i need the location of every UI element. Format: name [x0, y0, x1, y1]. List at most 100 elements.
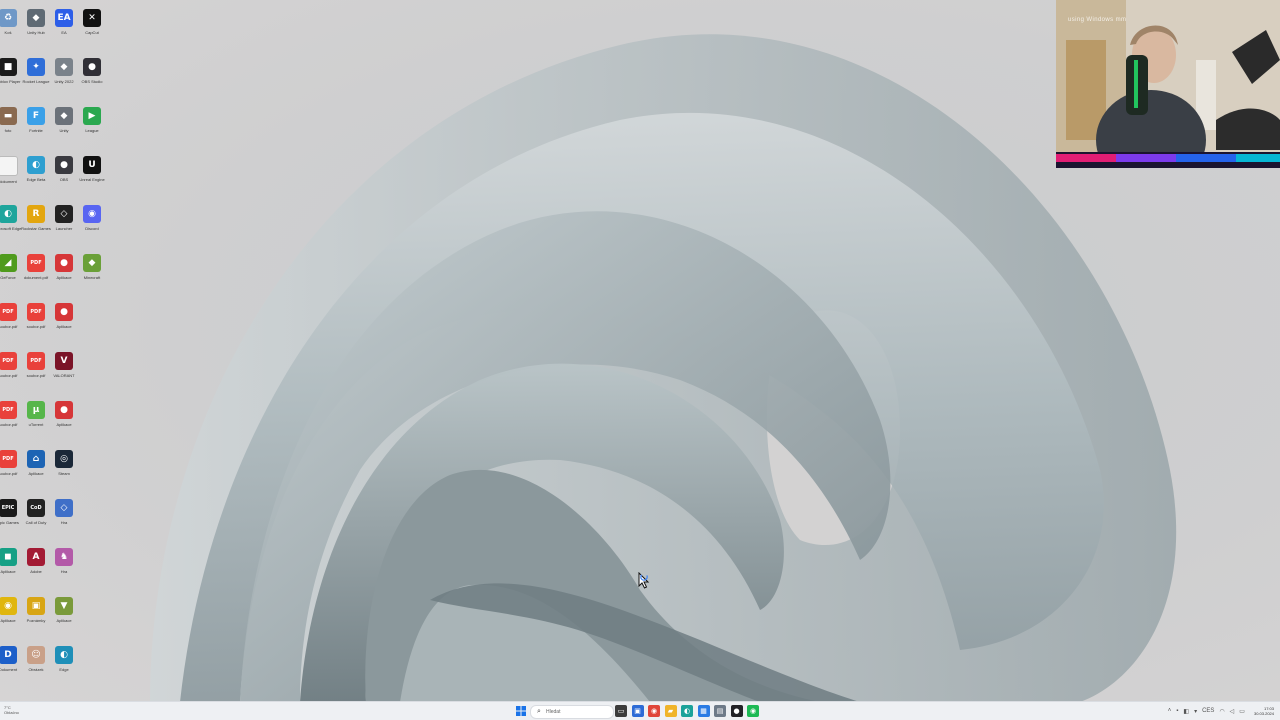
desktop-shortcut-label: Aplikace [28, 471, 44, 476]
desktop-shortcut[interactable]: ● Aplikace [50, 298, 78, 344]
desktop-shortcut[interactable]: A Adobe [22, 543, 50, 589]
spotify-icon[interactable]: ◉ [747, 705, 759, 717]
game-launcher-icon: ◇ [55, 205, 73, 223]
unity-editor-icon: ◆ [55, 107, 73, 125]
desktop-shortcut[interactable]: ♞ Hra [50, 543, 78, 589]
desktop-shortcut[interactable]: ◉ Discord [78, 200, 106, 246]
desktop-shortcut[interactable]: ● OBS Studio [78, 53, 106, 99]
battery-icon[interactable]: ▭ [1239, 708, 1245, 715]
steam-icon: ◎ [55, 450, 73, 468]
chrome-icon[interactable]: ◉ [648, 705, 660, 717]
desktop-shortcut[interactable]: ✦ Rocket League [22, 53, 50, 99]
desktop-shortcut-label: Aplikace [0, 569, 16, 574]
yellow-app-icon: ◉ [0, 597, 17, 615]
wifi-icon[interactable]: ◠ [1219, 708, 1224, 715]
language-indicator[interactable]: CES [1202, 708, 1214, 714]
desktop-shortcut[interactable]: PDF soubor.pdf [22, 298, 50, 344]
taskbar-app-icon[interactable]: ▤ [714, 705, 726, 717]
weather-widget[interactable]: 7°C Oblačno [4, 705, 19, 715]
desktop-shortcut-label: Unity [59, 128, 69, 133]
desktop-shortcut-label: Discord [85, 226, 99, 231]
chevron-up-icon[interactable]: ˄ [1168, 708, 1172, 714]
desktop-shortcut[interactable]: ◐ Microsoft Edge [0, 200, 22, 246]
desktop-shortcut-label: Poznámky [26, 618, 46, 623]
store-icon[interactable]: ▦ [697, 705, 710, 717]
volume-icon[interactable]: ◁ [1230, 708, 1235, 715]
desktop-shortcut[interactable]: ● Aplikace [50, 396, 78, 442]
tray-app-icon[interactable]: ▾ [1194, 708, 1197, 715]
desktop-shortcut[interactable]: ◎ Steam [50, 445, 78, 491]
taskbar-search-box[interactable]: ⌕ Hledat [530, 705, 614, 719]
desktop-shortcut[interactable]: V VALORANT [50, 347, 78, 393]
desktop-shortcut-label: dokument [0, 179, 17, 184]
desktop-icon-grid: ♻Koš◆Unity HubEAEA✕CapCut ■Roblox Player✦… [0, 0, 112, 700]
desktop-shortcut[interactable]: ▬ foto [0, 102, 22, 148]
desktop-shortcut[interactable]: ◇ Launcher [50, 200, 78, 246]
desktop-shortcut[interactable]: U Unreal Engine [78, 151, 106, 197]
obs-icon[interactable]: ● [730, 705, 743, 717]
desktop-shortcut-label: Microsoft Edge [0, 226, 22, 231]
desktop-shortcut[interactable]: F Fortnite [22, 102, 50, 148]
desktop-shortcut[interactable]: ⌂ Aplikace [22, 445, 50, 491]
desktop-shortcut[interactable]: EPIC Epic Games [0, 494, 22, 540]
pdf-file-icon: PDF [27, 254, 45, 272]
desktop-shortcut[interactable]: PDF soubor.pdf [0, 445, 22, 491]
desktop-shortcut[interactable]: R Rockstar Games [21, 200, 51, 246]
xbox-app-icon: ⌂ [27, 450, 45, 468]
desktop-shortcut[interactable]: ◆ Unity 2022 [50, 53, 78, 99]
desktop-shortcut-label: GeForce [0, 275, 16, 280]
desktop-shortcut[interactable]: ▶ League [78, 102, 106, 148]
desktop-shortcut[interactable]: ◐ Edge [50, 641, 78, 687]
minecraft-icon: ◆ [83, 254, 101, 272]
desktop-shortcut[interactable]: ◉ Aplikace [0, 592, 22, 638]
desktop-shortcut[interactable]: ♻ Koš [0, 4, 22, 50]
tray-app-icon[interactable]: ◧ [1183, 708, 1189, 715]
desktop-shortcut[interactable]: CoD Call of Duty [22, 494, 50, 540]
desktop-shortcut-label: Minecraft [83, 275, 101, 280]
desktop-shortcut[interactable]: ● OBS [50, 151, 78, 197]
file-explorer-icon[interactable]: ▰ [664, 705, 677, 717]
taskbar-app-icon[interactable]: ▣ [631, 705, 644, 717]
desktop-shortcut-label: OBS Studio [81, 79, 103, 84]
desktop-shortcut[interactable]: PDF soubor.pdf [22, 347, 50, 393]
taskbar-clock[interactable]: 17:03 30.03.2024 [1254, 706, 1274, 716]
desktop-shortcut[interactable]: ◇ Hra [50, 494, 78, 540]
desktop-shortcut[interactable]: PDF soubor.pdf [0, 347, 22, 393]
desktop-shortcut[interactable]: ● Aplikace [50, 249, 78, 295]
desktop-shortcut[interactable]: ◆ Minecraft [78, 249, 106, 295]
desktop-shortcut[interactable]: ◆ Unity Hub [22, 4, 50, 50]
desktop-shortcut[interactable]: PDF soubor.pdf [0, 298, 22, 344]
edge-icon[interactable]: ◐ [681, 705, 693, 717]
desktop-shortcut[interactable]: µ uTorrent [22, 396, 50, 442]
desktop-shortcut[interactable]: D Dokument [0, 641, 22, 687]
desktop-shortcut[interactable]: ■ Roblox Player [0, 53, 22, 99]
pdf-file-icon: PDF [0, 401, 17, 419]
desktop-shortcut-label: Obrázek [28, 667, 44, 672]
desktop-shortcut-label: soubor.pdf [26, 373, 46, 378]
task-view-icon[interactable]: ▭ [615, 705, 627, 717]
desktop-shortcut[interactable]: ▣ Poznámky [22, 592, 50, 638]
desktop-shortcut[interactable]: PDF dokument.pdf [22, 249, 50, 295]
taskbar: 7°C Oblačno ⌕ Hledat ▭ ▣ ◉ ▰ ◐ ▦ ▤ ● ◉ ˄ ▪ ◧ ▾ C… [0, 701, 1280, 720]
desktop-shortcut[interactable]: EA EA [50, 4, 78, 50]
desktop-shortcut-label: foto [4, 128, 12, 133]
desktop-shortcut-label: Hra [60, 520, 68, 525]
desktop-shortcut[interactable]: PDF soubor.pdf [0, 396, 22, 442]
desktop-shortcut[interactable]: ◐ Edge Beta [22, 151, 50, 197]
desktop-shortcut[interactable]: ☺ Obrázek [22, 641, 50, 687]
desktop-shortcut-label: Aplikace [56, 324, 72, 329]
desktop-shortcut[interactable]: ◼ Aplikace [0, 543, 22, 589]
tray-app-icon[interactable]: ▪ [1176, 708, 1178, 714]
desktop-shortcut[interactable]: ▼ Aplikace [50, 592, 78, 638]
obs-portable-icon: ● [55, 156, 73, 174]
desktop-shortcut-label: OBS [59, 177, 69, 182]
desktop-shortcut[interactable]: ◆ Unity [50, 102, 78, 148]
desktop-shortcut[interactable]: ◢ GeForce [0, 249, 22, 295]
desktop-shortcut[interactable]: ✕ CapCut [78, 4, 106, 50]
windows-logo-icon [516, 706, 526, 716]
desktop-shortcut-label: Hra [60, 569, 68, 574]
desktop-shortcut-label: Edge [59, 667, 69, 672]
clock-date: 30.03.2024 [1253, 711, 1274, 716]
start-button[interactable] [515, 705, 527, 717]
desktop-shortcut[interactable]: dokument [0, 151, 22, 197]
